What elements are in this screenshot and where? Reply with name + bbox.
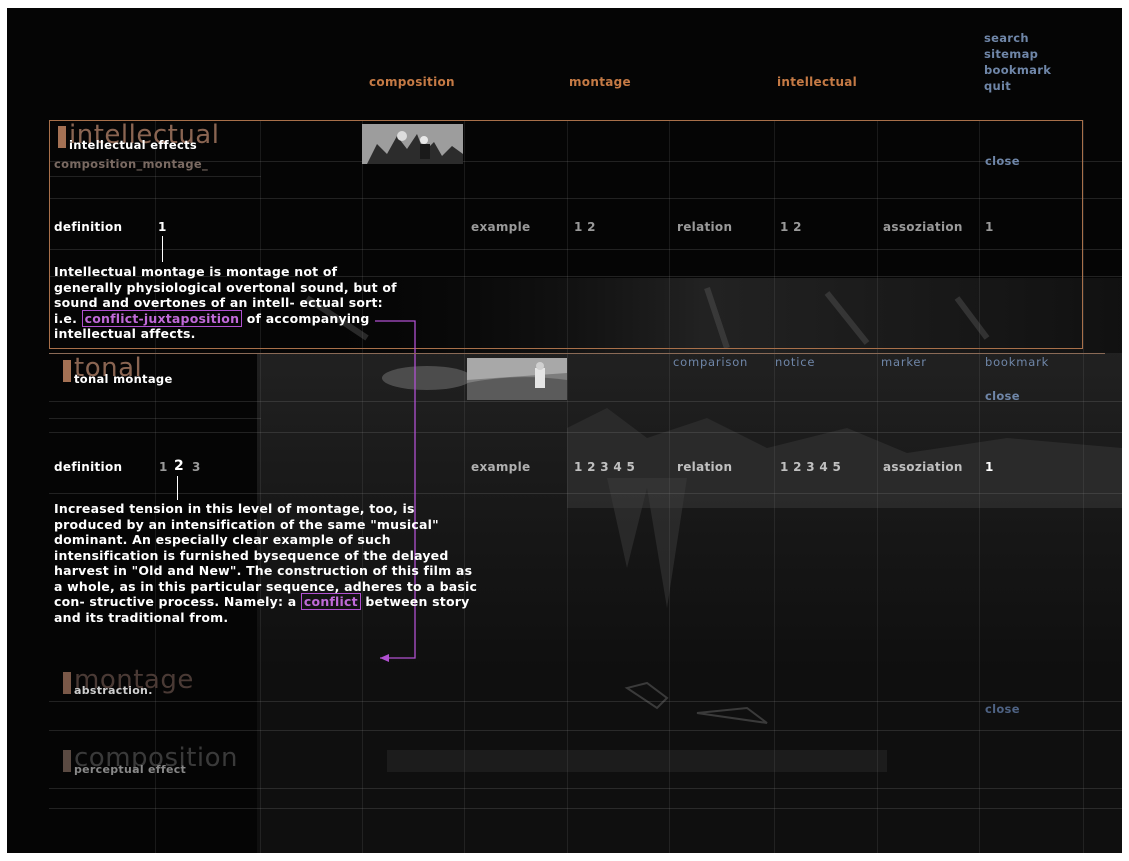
relation-label: relation: [677, 460, 733, 474]
definition-text-start: Increased tension in this level of monta…: [54, 501, 478, 609]
tool-notice[interactable]: notice: [775, 355, 815, 369]
definition-text: Increased tension in this level of monta…: [54, 501, 479, 625]
panel-subtitle: tonal montage: [74, 372, 173, 386]
assoziation-label: assoziation: [883, 460, 963, 474]
highlight-link[interactable]: conflict: [300, 593, 361, 610]
definition-page-3[interactable]: 3: [192, 460, 201, 474]
screen: composition montage intellectual search …: [7, 8, 1122, 853]
tool-comparison[interactable]: comparison: [673, 355, 748, 369]
panel-subtitle: perceptual effect: [74, 763, 187, 776]
panel-subtitle: abstraction.: [74, 684, 153, 697]
example-pages[interactable]: 1 2 3 4 5: [574, 460, 635, 474]
panel-marker-bar: [63, 750, 71, 772]
close-button[interactable]: close: [985, 702, 1020, 716]
panel-marker-bar: [63, 360, 71, 382]
connector-arrow: [375, 320, 416, 662]
film-thumbnail[interactable]: [467, 358, 567, 400]
close-button[interactable]: close: [985, 389, 1020, 403]
tool-bookmark[interactable]: bookmark: [985, 355, 1049, 369]
panel-marker-bar: [63, 672, 71, 694]
panel-divider: [49, 353, 1105, 354]
definition-page-2-active[interactable]: 2: [174, 458, 184, 474]
tool-marker[interactable]: marker: [881, 355, 927, 369]
page-pointer-line: [177, 476, 178, 500]
relation-pages[interactable]: 1 2 3 4 5: [780, 460, 841, 474]
example-label: example: [471, 460, 531, 474]
assoziation-pages[interactable]: 1: [985, 460, 994, 474]
definition-label: definition: [54, 460, 123, 474]
definition-page-1[interactable]: 1: [159, 460, 168, 474]
